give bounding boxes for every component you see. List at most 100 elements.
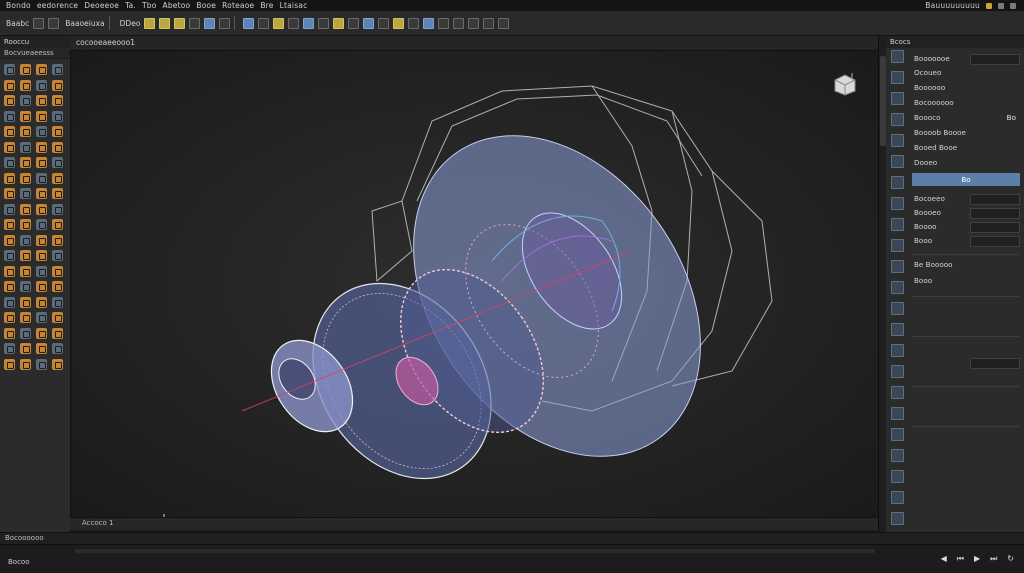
- view-cube-icon[interactable]: [832, 71, 858, 97]
- tool-icon[interactable]: [20, 126, 31, 137]
- property-tab-icon[interactable]: [891, 428, 904, 441]
- step-back-icon[interactable]: ⏮: [957, 554, 964, 564]
- tool-icon[interactable]: [4, 234, 15, 246]
- undo-icon[interactable]: [33, 17, 45, 29]
- tool-icon[interactable]: [52, 126, 63, 137]
- tool-icon[interactable]: [20, 250, 31, 261]
- sculpt-icon[interactable]: [333, 17, 345, 29]
- tool-icon[interactable]: [20, 327, 31, 339]
- tool-icon[interactable]: [52, 79, 63, 91]
- tool-icon[interactable]: [36, 157, 47, 168]
- 3d-viewport[interactable]: [72, 51, 878, 517]
- graph-icon[interactable]: [408, 17, 420, 29]
- menu-item-2[interactable]: eedorence: [37, 1, 78, 10]
- tool-icon[interactable]: [52, 188, 63, 199]
- tool-icon[interactable]: [36, 219, 47, 230]
- property-tab-icon[interactable]: [891, 113, 904, 126]
- toolbar-group-1[interactable]: Baaoeiuxa: [65, 19, 104, 28]
- tool-icon[interactable]: [4, 64, 15, 75]
- tool-icon[interactable]: [36, 358, 47, 370]
- tool-icon[interactable]: [52, 234, 63, 246]
- property-tab-icon[interactable]: [891, 365, 904, 378]
- tool-icon[interactable]: [36, 203, 47, 215]
- tool-icon[interactable]: [36, 327, 47, 339]
- menu-item-1[interactable]: Bondo: [6, 1, 31, 10]
- tool-icon[interactable]: [36, 110, 47, 122]
- light-icon[interactable]: [258, 17, 270, 29]
- tool-icon[interactable]: [52, 312, 63, 323]
- tool-icon[interactable]: [52, 157, 63, 168]
- tool-icon[interactable]: [4, 219, 15, 230]
- tool-icon[interactable]: [20, 64, 31, 75]
- tool-icon[interactable]: [52, 343, 63, 354]
- mesh-icon[interactable]: [273, 17, 285, 29]
- property-tab-icon[interactable]: [891, 386, 904, 399]
- property-tab-icon[interactable]: [891, 302, 904, 315]
- property-tab-icon[interactable]: [891, 50, 904, 63]
- viewport-tab[interactable]: cocooeaeeooo1: [76, 38, 135, 47]
- minimize-icon[interactable]: [998, 2, 1004, 9]
- tool-icon[interactable]: [20, 110, 31, 122]
- material-icon[interactable]: [303, 17, 315, 29]
- tool-icon[interactable]: [20, 312, 31, 323]
- property-row-1[interactable]: Booooooe: [912, 52, 1020, 65]
- tool-icon[interactable]: [52, 358, 63, 370]
- tool-icon[interactable]: [4, 281, 15, 292]
- menu-item-5[interactable]: Tbo: [142, 1, 157, 10]
- view-icon[interactable]: [483, 17, 495, 29]
- camera-icon[interactable]: [219, 17, 231, 29]
- tool-icon[interactable]: [52, 64, 63, 75]
- layers-icon[interactable]: [468, 17, 480, 29]
- property-tab-icon[interactable]: [891, 449, 904, 462]
- property-row-5[interactable]: Boooco Bo: [912, 111, 1020, 124]
- property-row-14[interactable]: Booo: [912, 274, 1020, 287]
- tool-icon[interactable]: [4, 126, 15, 137]
- play-back-icon[interactable]: ◀: [941, 554, 947, 564]
- tool-icon[interactable]: [20, 296, 31, 308]
- tool-icon[interactable]: [52, 95, 63, 106]
- select-icon[interactable]: [204, 17, 216, 29]
- property-row-6[interactable]: Boooob Boooe: [912, 126, 1020, 139]
- property-tab-icon[interactable]: [891, 218, 904, 231]
- tool-icon[interactable]: [20, 79, 31, 91]
- property-tab-icon[interactable]: [891, 344, 904, 357]
- tool-icon[interactable]: [36, 265, 47, 277]
- close-icon[interactable]: [1010, 2, 1016, 9]
- tool-icon[interactable]: [4, 312, 15, 323]
- tool-icon[interactable]: [4, 157, 15, 168]
- property-tab-icon[interactable]: [891, 260, 904, 273]
- property-row-3[interactable]: Boooooo: [912, 81, 1020, 94]
- property-tab-icon[interactable]: [891, 155, 904, 168]
- tool-icon[interactable]: [20, 281, 31, 292]
- property-tab-icon[interactable]: [891, 281, 904, 294]
- keyframe-icon[interactable]: [393, 17, 405, 29]
- property-row-8[interactable]: Dooeo: [912, 156, 1020, 169]
- menu-item-8[interactable]: Roteaoe: [222, 1, 254, 10]
- timeline-track[interactable]: [75, 549, 875, 553]
- tool-icon[interactable]: [4, 172, 15, 184]
- tool-icon[interactable]: [4, 203, 15, 215]
- tool-icon[interactable]: [4, 95, 15, 106]
- property-tab-icon[interactable]: [891, 197, 904, 210]
- menu-item-10[interactable]: Ltaisac: [280, 1, 308, 10]
- settings-icon[interactable]: [453, 17, 465, 29]
- tool-icon[interactable]: [20, 343, 31, 354]
- tool-icon[interactable]: [36, 296, 47, 308]
- property-row-2[interactable]: Ocoueo: [912, 66, 1020, 79]
- tool-icon[interactable]: [36, 281, 47, 292]
- loop-icon[interactable]: ↻: [1007, 554, 1014, 564]
- property-row-12[interactable]: Booo: [912, 234, 1020, 247]
- tool-icon[interactable]: [20, 234, 31, 246]
- tool-icon[interactable]: [20, 188, 31, 199]
- menu-item-6[interactable]: Abetoo: [163, 1, 191, 10]
- tool-icon[interactable]: [52, 281, 63, 292]
- tool-icon[interactable]: [4, 110, 15, 122]
- toolbar-group-2[interactable]: DDeo: [120, 19, 141, 28]
- tool-icon[interactable]: [36, 64, 47, 75]
- warning-icon[interactable]: [986, 2, 992, 9]
- tool-icon[interactable]: [36, 79, 47, 91]
- property-tab-icon[interactable]: [891, 92, 904, 105]
- rotate-icon[interactable]: [159, 17, 171, 29]
- menu-item-4[interactable]: Ta.: [125, 1, 136, 10]
- property-tab-icon[interactable]: [891, 512, 904, 525]
